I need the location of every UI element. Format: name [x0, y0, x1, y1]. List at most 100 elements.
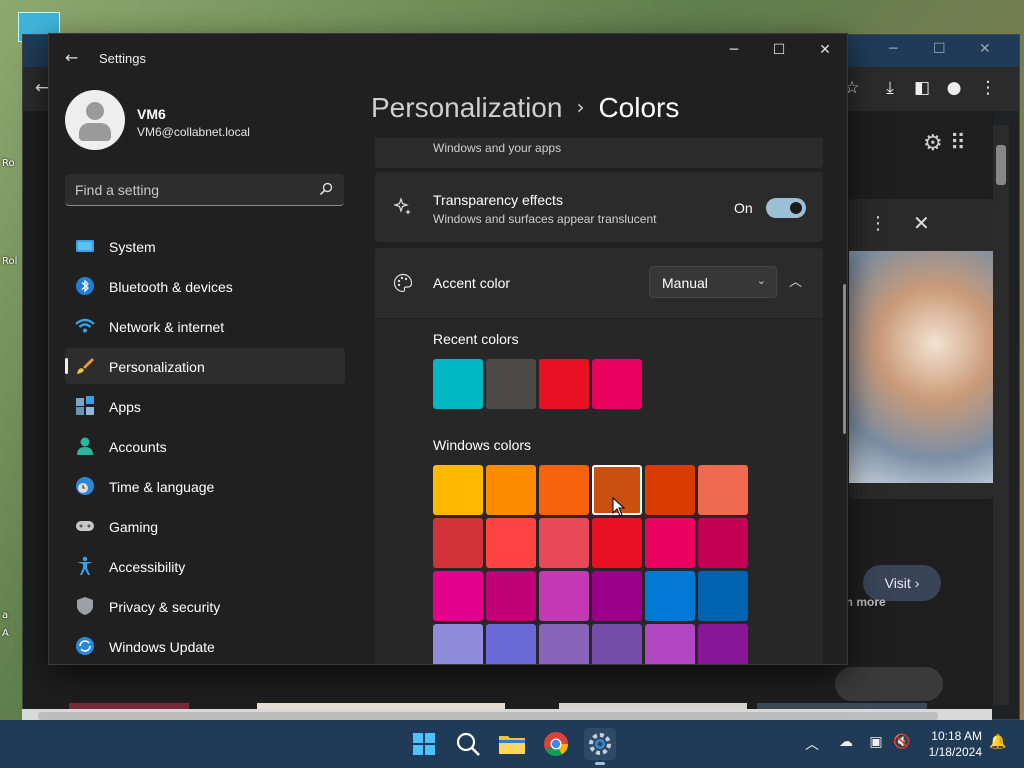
windows-color-swatch[interactable]: [698, 518, 748, 568]
breadcrumb-parent[interactable]: Personalization: [371, 92, 562, 123]
windows-color-swatch[interactable]: [592, 518, 642, 568]
settings-titlebar: ← Settings ─ ☐ ✕: [49, 34, 847, 82]
system-clock[interactable]: 10:18 AM 1/18/2024: [924, 728, 982, 760]
transparency-title: Transparency effects: [433, 192, 563, 208]
menu-kebab-icon[interactable]: ⋮: [977, 77, 999, 99]
volume-muted-icon[interactable]: 🔇: [892, 734, 912, 754]
profile-name: VM6: [137, 106, 166, 122]
profile-email: VM6@collabnet.local: [137, 125, 250, 139]
windows-color-swatch[interactable]: [698, 624, 748, 664]
network-icon[interactable]: ▣: [866, 734, 886, 754]
accent-color-header[interactable]: Accent color Manual ⌄ ︿: [375, 248, 823, 318]
transparency-toggle[interactable]: [766, 198, 806, 218]
brush-icon: [77, 358, 94, 374]
maximize-icon[interactable]: ☐: [933, 41, 946, 57]
recent-color-swatch[interactable]: [592, 359, 642, 409]
settings-icon: [589, 733, 611, 755]
windows-color-swatch[interactable]: [539, 465, 589, 515]
search-icon[interactable]: [318, 181, 334, 197]
chevron-up-icon[interactable]: ︿: [789, 271, 802, 290]
maximize-icon[interactable]: ☐: [769, 42, 789, 62]
windows-color-swatch[interactable]: [433, 571, 483, 621]
chrome-icon[interactable]: [540, 728, 572, 760]
toggle-state-label: On: [734, 200, 753, 216]
sidebar-item-apps[interactable]: Apps: [65, 388, 345, 424]
search-input[interactable]: [75, 180, 305, 200]
card-subtitle: Windows and your apps: [433, 141, 562, 155]
cloud-offline-icon[interactable]: ☁: [836, 734, 856, 754]
sidebar-item-network[interactable]: Network & internet: [65, 308, 345, 344]
minimize-icon[interactable]: ─: [889, 41, 897, 57]
search-box[interactable]: [65, 174, 344, 206]
windows-color-swatch[interactable]: [433, 465, 483, 515]
windows-color-swatch[interactable]: [645, 518, 695, 568]
windows-color-swatch[interactable]: [486, 624, 536, 664]
sidebar-item-personalization[interactable]: Personalization: [65, 348, 345, 384]
download-icon[interactable]: ⤓: [879, 77, 901, 99]
file-explorer-icon[interactable]: [496, 728, 528, 760]
browser-pill[interactable]: [835, 667, 943, 701]
chevron-up-icon[interactable]: ︿: [802, 734, 822, 754]
settings-scrollbar[interactable]: [843, 284, 846, 434]
windows-color-swatch[interactable]: [486, 518, 536, 568]
sidebar-nav: System Bluetooth & devices Network & int…: [65, 228, 345, 664]
close-icon[interactable]: ✕: [979, 41, 991, 57]
mode-card[interactable]: Windows and your apps: [375, 138, 823, 168]
search-icon[interactable]: [452, 728, 484, 760]
sidebar-item-time-language[interactable]: Time & language: [65, 468, 345, 504]
windows-color-swatch[interactable]: [645, 465, 695, 515]
sidebar-item-gaming[interactable]: Gaming: [65, 508, 345, 544]
recent-color-swatch[interactable]: [433, 359, 483, 409]
sidebar-item-system[interactable]: System: [65, 228, 345, 264]
notification-bell-icon[interactable]: 🔔: [988, 734, 1008, 754]
sidebar-item-bluetooth[interactable]: Bluetooth & devices: [65, 268, 345, 304]
recent-color-swatch[interactable]: [539, 359, 589, 409]
windows-color-swatch[interactable]: [645, 624, 695, 664]
settings-taskbar-button[interactable]: [584, 728, 616, 765]
chevron-right-icon: ›: [576, 95, 585, 119]
windows-start-icon[interactable]: [408, 728, 440, 760]
windows-color-swatch[interactable]: [698, 465, 748, 515]
desktop-label: Rol: [2, 256, 18, 267]
breadcrumb: Personalization › Colors: [371, 92, 679, 124]
shield-icon: [77, 597, 93, 615]
windows-color-swatch[interactable]: [433, 624, 483, 664]
sidebar-item-accessibility[interactable]: Accessibility: [65, 548, 345, 584]
sidebar-icon[interactable]: ◧: [911, 77, 933, 99]
window-title: Settings: [99, 51, 146, 66]
sidebar-item-windows-update[interactable]: Windows Update: [65, 628, 345, 664]
mouse-cursor-icon: [612, 497, 626, 517]
transparency-card: Transparency effects Windows and surface…: [375, 172, 823, 242]
sidebar-item-label: Apps: [109, 399, 141, 415]
windows-color-swatch[interactable]: [592, 571, 642, 621]
sidebar-item-label: System: [109, 239, 156, 255]
windows-color-swatch[interactable]: [539, 518, 589, 568]
windows-color-swatch[interactable]: [645, 571, 695, 621]
close-icon[interactable]: ✕: [815, 42, 835, 62]
minimize-icon[interactable]: ─: [724, 42, 744, 62]
windows-color-swatch[interactable]: [592, 624, 642, 664]
back-arrow-icon[interactable]: ←: [65, 48, 81, 68]
recent-color-swatch[interactable]: [486, 359, 536, 409]
more-options-icon[interactable]: ⋮: [869, 213, 887, 234]
windows-color-swatch[interactable]: [486, 465, 536, 515]
page-title: Colors: [598, 92, 680, 123]
windows-color-swatch[interactable]: [539, 571, 589, 621]
windows-color-swatch[interactable]: [698, 571, 748, 621]
recent-colors-label: Recent colors: [433, 331, 519, 347]
profile-icon[interactable]: ●: [943, 77, 965, 99]
avatar: [65, 90, 125, 150]
browser-scrollbar[interactable]: [993, 125, 1009, 705]
settings-content: Windows and your apps Transparency effec…: [375, 138, 823, 664]
gear-icon[interactable]: ⚙ ⠿: [923, 131, 966, 156]
sidebar-item-accounts[interactable]: Accounts: [65, 428, 345, 464]
windows-color-swatch[interactable]: [433, 518, 483, 568]
accent-mode-dropdown[interactable]: Manual ⌄: [649, 266, 777, 298]
person-icon: [77, 437, 93, 455]
close-icon[interactable]: ✕: [913, 211, 930, 235]
sidebar-item-privacy[interactable]: Privacy & security: [65, 588, 345, 624]
windows-color-swatch[interactable]: [486, 571, 536, 621]
wifi-icon: [75, 318, 95, 333]
sidebar-item-label: Network & internet: [109, 319, 225, 335]
windows-color-swatch[interactable]: [539, 624, 589, 664]
